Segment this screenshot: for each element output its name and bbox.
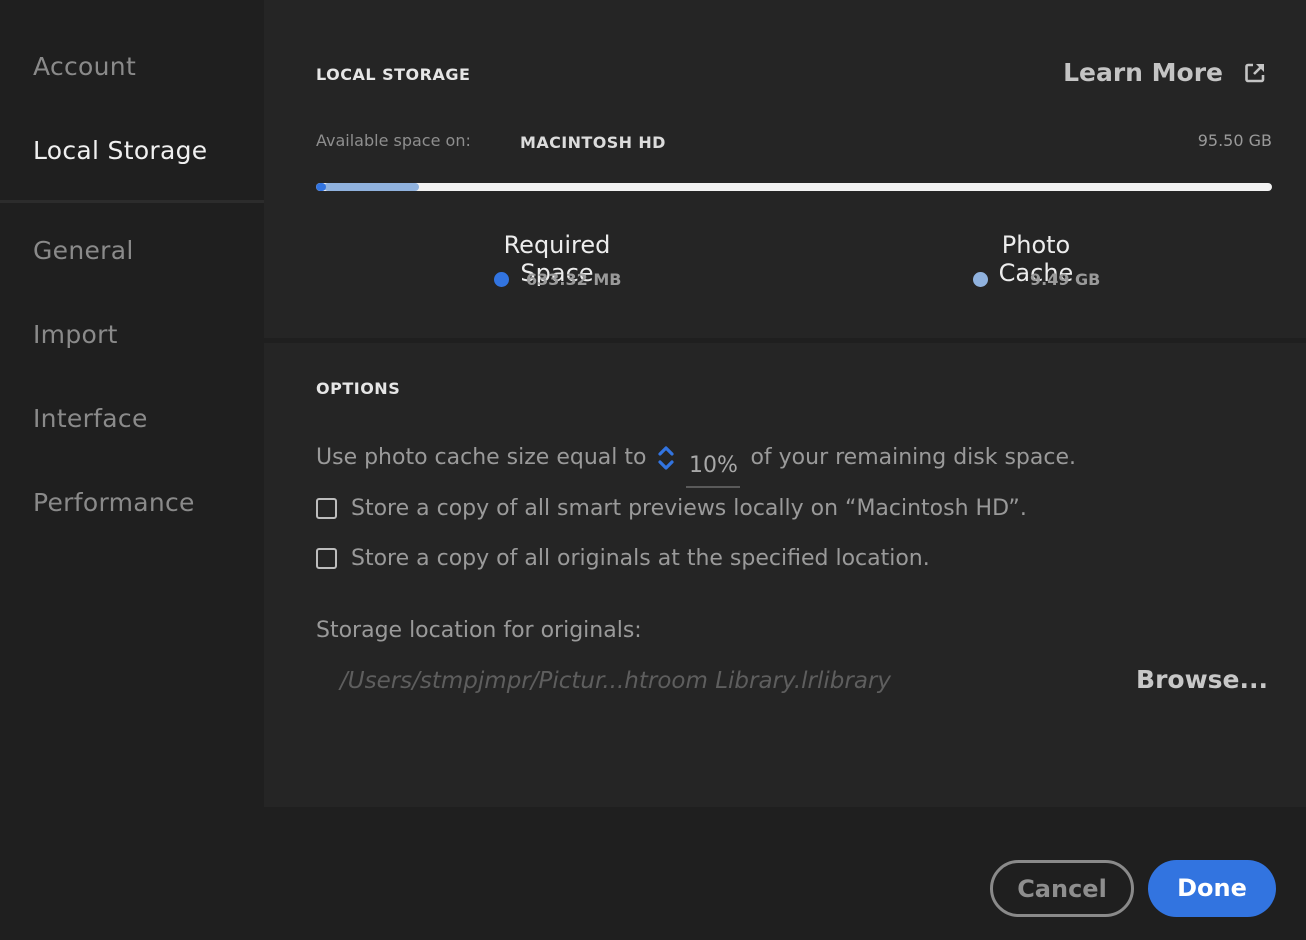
sidebar-item-import[interactable]: Import bbox=[33, 320, 118, 349]
sidebar-item-account[interactable]: Account bbox=[33, 52, 136, 81]
originals-option[interactable]: Store a copy of all originals at the spe… bbox=[316, 546, 930, 571]
legend-photo-cache: Photo Cache 9.49 GB bbox=[961, 231, 1111, 289]
cache-percent-stepper-icon[interactable] bbox=[656, 443, 676, 473]
smart-previews-option[interactable]: Store a copy of all smart previews local… bbox=[316, 496, 1027, 521]
sidebar-item-local-storage[interactable]: Local Storage bbox=[33, 136, 207, 165]
options-title: OPTIONS bbox=[316, 379, 401, 398]
storage-location-label: Storage location for originals: bbox=[316, 618, 642, 643]
available-space-label: Available space on: bbox=[316, 131, 471, 150]
local-storage-title: LOCAL STORAGE bbox=[316, 65, 471, 84]
sidebar-divider bbox=[0, 200, 264, 203]
sidebar-item-performance[interactable]: Performance bbox=[33, 488, 195, 517]
cancel-button[interactable]: Cancel bbox=[990, 860, 1134, 917]
storage-usage-bar bbox=[316, 183, 1272, 191]
smart-previews-label: Store a copy of all smart previews local… bbox=[351, 496, 1027, 521]
smart-previews-checkbox[interactable] bbox=[316, 498, 337, 519]
photo-cache-segment bbox=[324, 183, 419, 191]
drive-name: MACINTOSH HD bbox=[520, 133, 666, 152]
legend-cache-value: 9.49 GB bbox=[1030, 270, 1101, 289]
total-space-value: 95.50 GB bbox=[1197, 131, 1272, 150]
storage-path: /Users/stmpjmpr/Pictur...htroom Library.… bbox=[340, 668, 891, 694]
legend-required-space: Required Space 633.32 MB bbox=[467, 231, 647, 289]
learn-more-link[interactable]: Learn More bbox=[1063, 58, 1223, 87]
local-storage-panel: LOCAL STORAGE Learn More Available space… bbox=[264, 0, 1306, 338]
done-button[interactable]: Done bbox=[1148, 860, 1276, 917]
browse-button[interactable]: Browse... bbox=[1136, 665, 1268, 694]
cache-size-row: Use photo cache size equal to 10% of your… bbox=[316, 443, 1076, 488]
cache-size-prefix: Use photo cache size equal to bbox=[316, 445, 647, 470]
originals-label: Store a copy of all originals at the spe… bbox=[351, 546, 930, 571]
originals-checkbox[interactable] bbox=[316, 548, 337, 569]
preferences-sidebar: Account Local Storage General Import Int… bbox=[0, 0, 264, 940]
required-space-segment bbox=[316, 183, 326, 191]
required-space-dot-icon bbox=[494, 272, 509, 287]
sidebar-item-general[interactable]: General bbox=[33, 236, 134, 265]
legend-required-value: 633.32 MB bbox=[526, 270, 622, 289]
photo-cache-dot-icon bbox=[973, 272, 988, 287]
cache-size-suffix: of your remaining disk space. bbox=[750, 445, 1076, 470]
sidebar-item-interface[interactable]: Interface bbox=[33, 404, 148, 433]
cache-percent-input[interactable]: 10% bbox=[686, 453, 741, 488]
external-link-icon[interactable] bbox=[1244, 62, 1266, 84]
options-panel: OPTIONS Use photo cache size equal to 10… bbox=[264, 343, 1306, 807]
